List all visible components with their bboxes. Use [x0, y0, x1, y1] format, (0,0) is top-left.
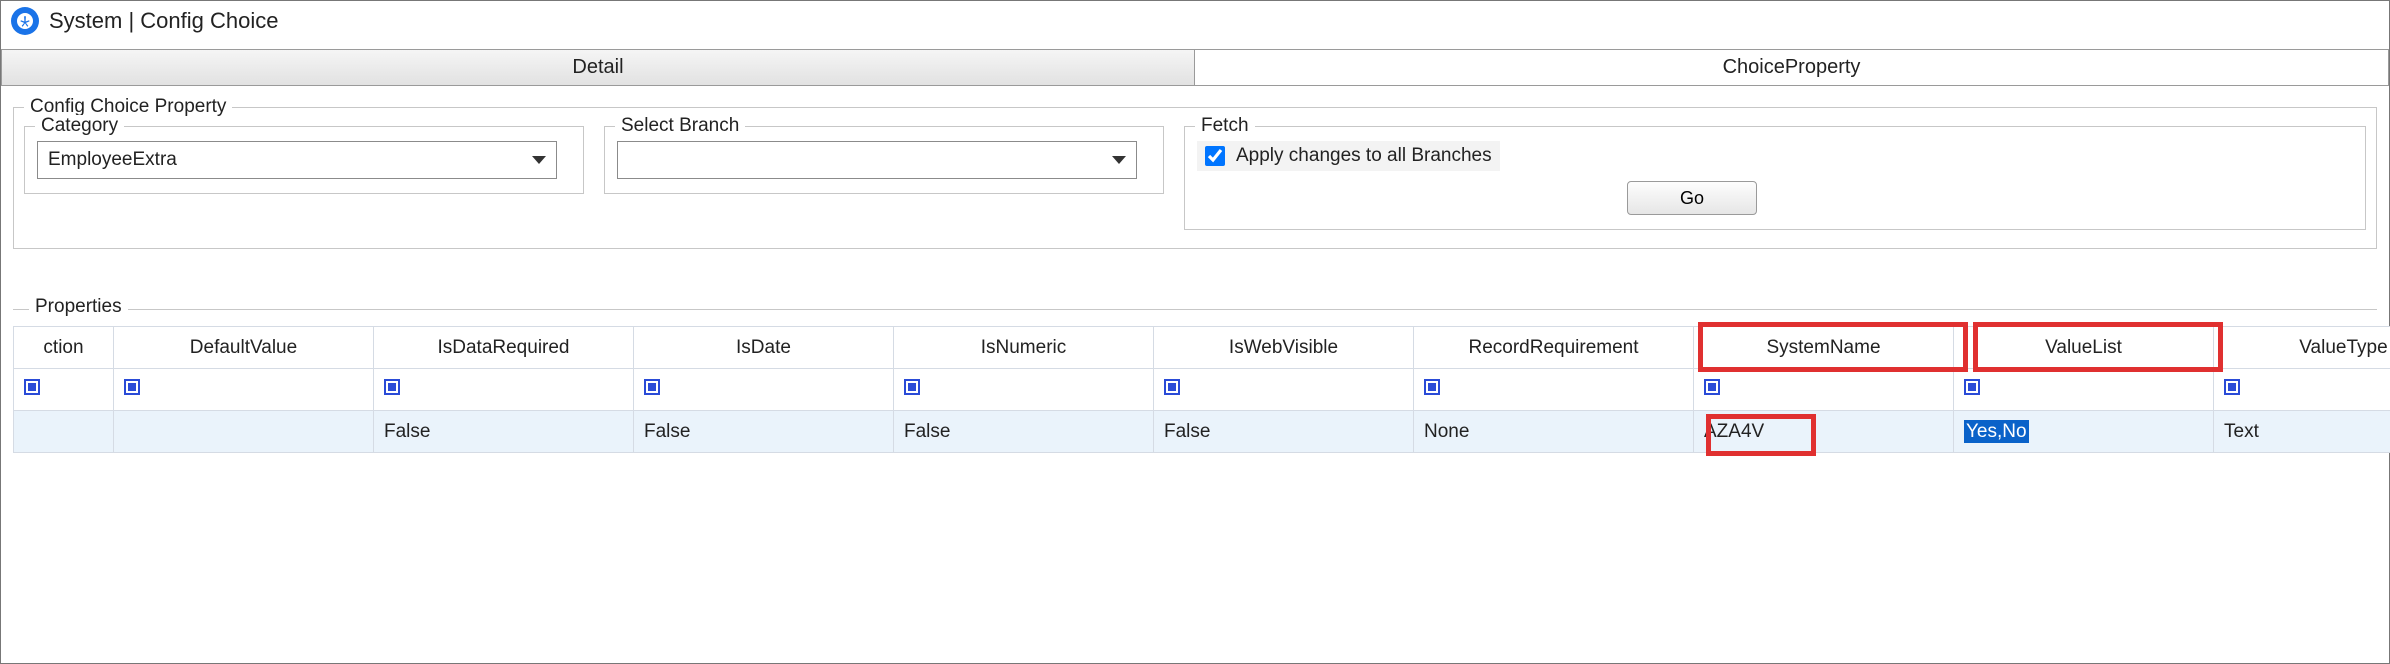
col-recordrequirement[interactable]: RecordRequirement — [1414, 327, 1694, 369]
valuelist-selection: Yes,No — [1964, 420, 2029, 443]
tab-detail[interactable]: Detail — [1, 49, 1195, 86]
app-icon — [11, 7, 39, 35]
filter-cell[interactable] — [1414, 369, 1694, 411]
filter-cell[interactable] — [1694, 369, 1954, 411]
col-ction[interactable]: ction — [14, 327, 114, 369]
filter-cell[interactable] — [14, 369, 114, 411]
properties-legend: Properties — [29, 296, 128, 318]
tab-detail-label: Detail — [572, 56, 623, 78]
properties-table: ction DefaultValue IsDataRequired IsDate… — [13, 326, 2390, 453]
chevron-down-icon — [532, 156, 546, 164]
col-defaultvalue[interactable]: DefaultValue — [114, 327, 374, 369]
table-filter-row — [14, 369, 2390, 411]
col-isnumeric[interactable]: IsNumeric — [894, 327, 1154, 369]
table-header-row: ction DefaultValue IsDataRequired IsDate… — [14, 327, 2390, 369]
filter-icon — [644, 379, 660, 395]
apply-all-checkbox[interactable] — [1205, 146, 1225, 166]
table-data-row[interactable]: False False False False None AZA4V Yes,N… — [14, 411, 2390, 453]
category-group: Category EmployeeExtra — [24, 126, 584, 194]
filter-icon — [124, 379, 140, 395]
filter-icon — [24, 379, 40, 395]
category-label: Category — [35, 115, 124, 137]
filter-icon — [2224, 379, 2240, 395]
cell-isdatarequired[interactable]: False — [374, 411, 634, 453]
titlebar: System | Config Choice — [1, 1, 2389, 45]
filter-icon — [1424, 379, 1440, 395]
col-isdatarequired[interactable]: IsDataRequired — [374, 327, 634, 369]
filter-cell[interactable] — [1154, 369, 1414, 411]
cell-isdate[interactable]: False — [634, 411, 894, 453]
chevron-down-icon — [1112, 156, 1126, 164]
category-value: EmployeeExtra — [48, 149, 177, 171]
go-button[interactable]: Go — [1627, 181, 1757, 215]
apply-all-row[interactable]: Apply changes to all Branches — [1197, 141, 1500, 171]
filter-cell[interactable] — [1954, 369, 2214, 411]
config-choice-window: System | Config Choice Detail ChoiceProp… — [0, 0, 2390, 664]
cell-systemname[interactable]: AZA4V — [1694, 411, 1954, 453]
properties-group: Properties ction DefaultValue IsDataRequ… — [13, 309, 2377, 453]
filter-cell[interactable] — [114, 369, 374, 411]
window-title: System | Config Choice — [49, 8, 278, 34]
col-isdate[interactable]: IsDate — [634, 327, 894, 369]
fetch-group: Fetch Apply changes to all Branches Go — [1184, 126, 2366, 230]
col-systemname[interactable]: SystemName — [1694, 327, 1954, 369]
branch-combo[interactable] — [617, 141, 1137, 179]
col-iswebvisible[interactable]: IsWebVisible — [1154, 327, 1414, 369]
branch-group: Select Branch — [604, 126, 1164, 194]
category-combo[interactable]: EmployeeExtra — [37, 141, 557, 179]
fetch-label: Fetch — [1195, 115, 1255, 137]
filter-icon — [1964, 379, 1980, 395]
cell-valuetype[interactable]: Text — [2214, 411, 2390, 453]
col-valuelist[interactable]: ValueList — [1954, 327, 2214, 369]
filter-cell[interactable] — [894, 369, 1154, 411]
apply-all-label: Apply changes to all Branches — [1236, 145, 1492, 167]
config-choice-property-group: Config Choice Property Category Employee… — [13, 96, 2377, 249]
filter-icon — [1164, 379, 1180, 395]
cell-ction[interactable] — [14, 411, 114, 453]
filter-cell[interactable] — [374, 369, 634, 411]
filter-cell[interactable] — [634, 369, 894, 411]
tab-strip: Detail ChoiceProperty — [1, 49, 2389, 86]
filter-cell[interactable] — [2214, 369, 2390, 411]
cell-valuelist[interactable]: Yes,No — [1954, 411, 2214, 453]
col-valuetype[interactable]: ValueType — [2214, 327, 2390, 369]
tab-choice-property[interactable]: ChoiceProperty — [1195, 49, 2389, 86]
filter-icon — [904, 379, 920, 395]
cell-iswebvisible[interactable]: False — [1154, 411, 1414, 453]
cell-defaultvalue[interactable] — [114, 411, 374, 453]
cell-isnumeric[interactable]: False — [894, 411, 1154, 453]
filter-icon — [1704, 379, 1720, 395]
cell-recordrequirement[interactable]: None — [1414, 411, 1694, 453]
branch-label: Select Branch — [615, 115, 745, 137]
tab-choice-property-label: ChoiceProperty — [1723, 56, 1861, 78]
filter-icon — [384, 379, 400, 395]
go-button-label: Go — [1680, 188, 1704, 208]
